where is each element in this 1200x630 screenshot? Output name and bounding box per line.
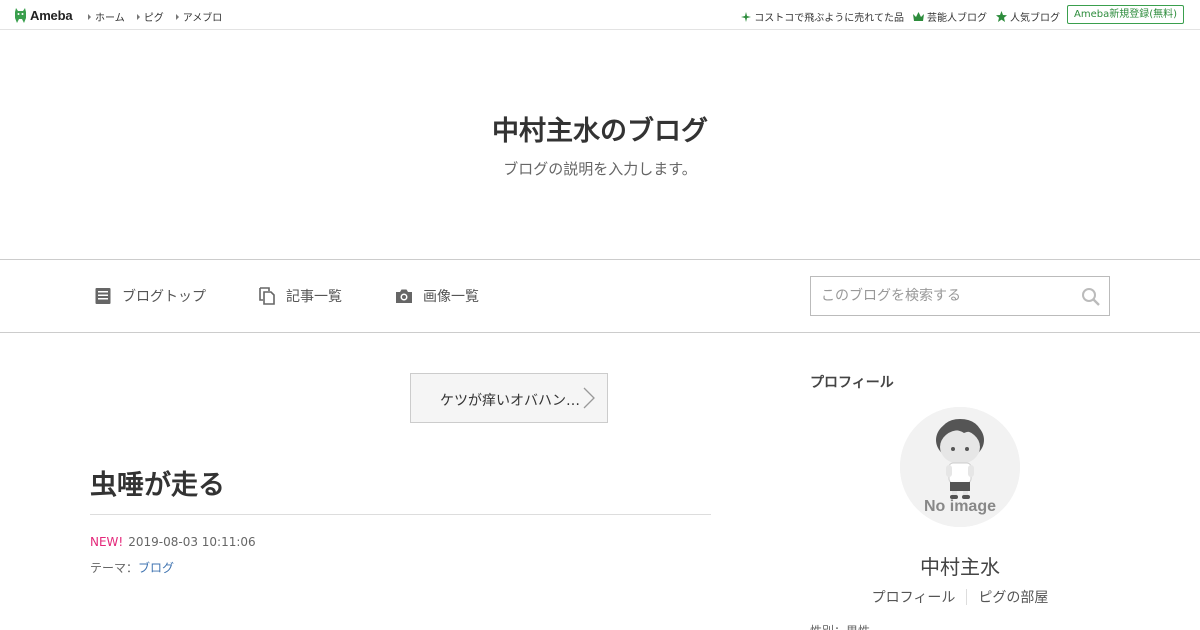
global-header: Ameba ホーム ピグ アメブロ コストコで飛ぶように売れてた品 芸能人ブログ… (0, 0, 1200, 30)
theme-prefix: テーマ： (90, 561, 139, 575)
blog-search (810, 276, 1110, 316)
ameba-logo[interactable]: Ameba (14, 6, 73, 24)
profile-heading: プロフィール (810, 375, 894, 391)
promo-link-label: コストコで飛ぶように売れてた品 (754, 13, 904, 24)
profile-link[interactable]: プロフィール (861, 587, 967, 607)
prev-entry-label: ケツが痒いオバハン… (440, 393, 580, 409)
new-badge: NEW! (90, 535, 124, 549)
global-nav-ameblo[interactable]: アメブロ (175, 9, 223, 24)
ameba-mascot-icon (15, 8, 26, 23)
search-icon[interactable] (1081, 287, 1101, 307)
avatar[interactable]: No image (900, 407, 1020, 527)
promo-link-label: 人気ブログ (1010, 13, 1060, 24)
promo-link-costco[interactable]: コストコで飛ぶように売れてた品 (741, 9, 904, 24)
nav-label: ブログトップ (122, 289, 206, 305)
signup-button[interactable]: Ameba新規登録(無料) (1066, 5, 1184, 24)
theme-link[interactable]: ブログ (138, 561, 174, 575)
global-nav-label: ピグ (143, 13, 164, 24)
copy-icon (259, 287, 275, 305)
blog-header: 中村主水のブログ ブログの説明を入力します。 (0, 30, 1200, 259)
crown-icon (913, 12, 924, 21)
promo-link-label: 芸能人ブログ (927, 13, 987, 24)
blog-title[interactable]: 中村主水のブログ (0, 109, 1200, 148)
promo-links: コストコで飛ぶように売れてた品 芸能人ブログ 人気ブログ (741, 9, 1060, 24)
promo-link-popular[interactable]: 人気ブログ (996, 9, 1060, 24)
profile-gender: 性別：男性 (810, 622, 870, 630)
caret-right-icon (175, 13, 179, 20)
avatar-no-image-label: No image (923, 498, 996, 515)
global-nav-label: アメブロ (182, 13, 223, 24)
global-nav: ホーム ピグ アメブロ (88, 9, 222, 24)
document-icon (95, 288, 111, 304)
nav-label: 記事一覧 (286, 289, 342, 305)
global-nav-home[interactable]: ホーム (88, 9, 125, 24)
profile-name[interactable]: 中村主水 (810, 551, 1110, 580)
camera-icon (396, 289, 412, 303)
chevron-right-icon (583, 387, 595, 409)
caret-right-icon (88, 13, 91, 20)
entry-datetime: 2019-08-03 10:11:06 (128, 535, 256, 549)
entry-meta: NEW! 2019-08-03 10:11:06 (90, 535, 256, 549)
profile-links: プロフィール ピグの部屋 (810, 587, 1110, 607)
entry-title[interactable]: 虫唾が走る (90, 463, 225, 502)
nav-label: 画像一覧 (423, 289, 479, 305)
prev-entry-button[interactable]: ケツが痒いオバハン… (410, 373, 608, 423)
star-icon (996, 11, 1007, 22)
nav-image-list[interactable]: 画像一覧 (395, 286, 479, 306)
divider (90, 514, 711, 515)
nav-article-list[interactable]: 記事一覧 (258, 286, 342, 306)
pigg-room-link[interactable]: ピグの部屋 (967, 587, 1059, 607)
blog-nav: ブログトップ 記事一覧 画像一覧 (0, 259, 1200, 333)
global-nav-pigg[interactable]: ピグ (136, 9, 164, 24)
caret-right-icon (136, 13, 140, 20)
promo-link-celebrity[interactable]: 芸能人ブログ (913, 9, 987, 24)
search-input[interactable] (811, 277, 1071, 315)
blog-description: ブログの説明を入力します。 (503, 160, 697, 178)
sparkle-icon (741, 11, 752, 22)
nav-blog-top[interactable]: ブログトップ (94, 286, 206, 306)
logo-text: Ameba (30, 7, 73, 23)
global-nav-label: ホーム (95, 13, 125, 24)
entry-theme: テーマ：ブログ (90, 559, 174, 576)
